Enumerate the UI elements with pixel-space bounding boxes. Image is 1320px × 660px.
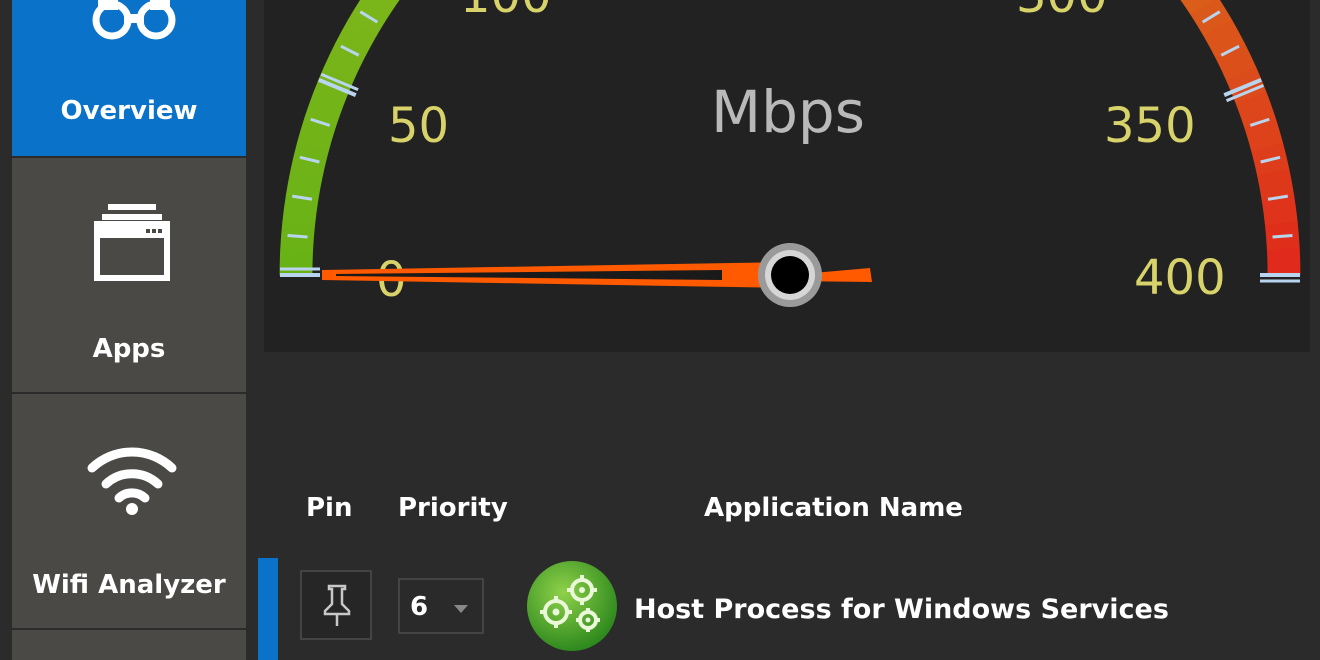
gauge-tick-label: 300 — [1016, 0, 1108, 24]
chevron-down-icon — [454, 605, 468, 613]
gauge-tick-label: 400 — [1134, 250, 1226, 306]
pushpin-icon — [323, 584, 351, 626]
speed-gauge: Mbps 0 50 100 300 350 400 — [279, 0, 1301, 308]
sidebar-item-wifi-analyzer[interactable]: Wifi Analyzer — [12, 394, 246, 628]
application-name[interactable]: Host Process for Windows Services — [634, 594, 1169, 625]
sidebar-item-label: Overview — [60, 96, 198, 126]
speed-gauge-panel: Mbps 0 50 100 300 350 400 — [264, 0, 1310, 352]
sidebar-item-more[interactable] — [12, 630, 246, 660]
apps-window-icon — [94, 204, 170, 281]
wifi-icon — [87, 447, 177, 515]
priority-select[interactable]: 6 — [398, 578, 484, 634]
sidebar-item-apps[interactable]: Apps — [12, 158, 246, 392]
sidebar-item-label: Apps — [92, 334, 166, 364]
row-selection-marker — [258, 558, 278, 660]
gauge-tick-label: 50 — [388, 98, 449, 154]
gauge-tick-label: 100 — [460, 0, 552, 24]
binoculars-icon — [92, 0, 176, 40]
gauge-tick-label: 350 — [1104, 98, 1196, 154]
gauge-unit-label: Mbps — [711, 78, 865, 146]
gauge-minor-tick — [287, 233, 308, 239]
gears-icon — [527, 561, 617, 651]
sidebar-item-label: Wifi Analyzer — [32, 570, 226, 600]
table-row[interactable]: 6 Host Process for Windows Services — [258, 558, 1320, 660]
pin-button[interactable] — [300, 570, 372, 640]
column-header-pin[interactable]: Pin — [306, 493, 352, 523]
column-header-application-name[interactable]: Application Name — [704, 493, 963, 523]
sidebar: Overview Apps Wifi Analyzer — [0, 0, 258, 660]
column-header-priority[interactable]: Priority — [398, 493, 508, 523]
priority-value: 6 — [410, 592, 429, 622]
gauge-minor-tick — [1272, 233, 1293, 239]
sidebar-item-overview[interactable]: Overview — [12, 0, 246, 156]
